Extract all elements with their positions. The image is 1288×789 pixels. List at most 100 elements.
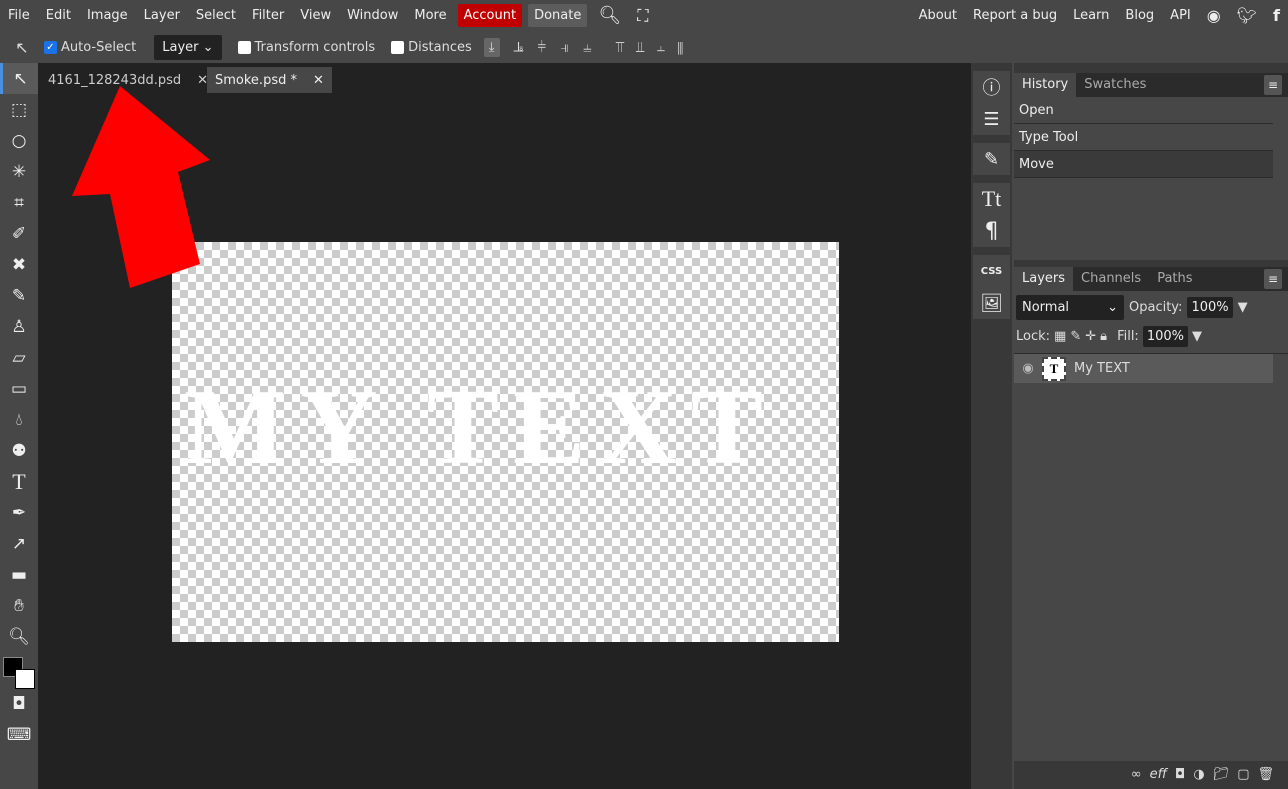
move-tool-icon: ↖ <box>15 37 29 57</box>
path-select-tool[interactable]: ↗ <box>0 528 38 559</box>
adjustments-icon[interactable]: ☰ <box>974 103 1010 135</box>
color-swatches[interactable] <box>0 652 38 689</box>
type-tool[interactable]: T <box>0 466 38 497</box>
new-layer-icon[interactable]: ▢ <box>1237 767 1249 782</box>
panel-menu-icon[interactable]: ≡ <box>1264 269 1282 289</box>
new-group-icon[interactable]: 📁︎ <box>1213 767 1230 782</box>
menu-blog[interactable]: Blog <box>1117 8 1162 23</box>
menu-file[interactable]: File <box>0 8 38 23</box>
layer-name[interactable]: My TEXT <box>1074 361 1130 376</box>
move-tool[interactable]: ↖ <box>0 63 38 94</box>
download-icon[interactable]: ⤓ <box>483 37 500 57</box>
pen-tool[interactable]: ✒ <box>0 497 38 528</box>
fill-label: Fill: <box>1117 329 1139 344</box>
reddit-icon[interactable]: ◉ <box>1199 6 1229 25</box>
opacity-dropdown-icon[interactable]: ▼ <box>1238 300 1248 315</box>
fill-dropdown-icon[interactable]: ▼ <box>1192 329 1202 344</box>
lock-paint-icon[interactable]: ✎ <box>1070 329 1081 344</box>
menu-filter[interactable]: Filter <box>244 8 292 23</box>
gradient-tool[interactable]: ▭ <box>0 373 38 404</box>
effects-icon[interactable]: eff <box>1150 767 1167 782</box>
eyedropper-tool[interactable]: ✐ <box>0 218 38 249</box>
blur-tool[interactable]: 💧︎ <box>0 404 38 435</box>
tab-channels[interactable]: Channels <box>1073 267 1149 291</box>
eraser-tool[interactable]: ▱ <box>0 342 38 373</box>
tab-swatches[interactable]: Swatches <box>1076 73 1154 97</box>
lock-all-icon[interactable]: 🔒︎ <box>1100 329 1107 344</box>
menu-learn[interactable]: Learn <box>1065 8 1117 23</box>
layer-row[interactable]: ◉ T My TEXT <box>1014 354 1273 383</box>
tab-history[interactable]: History <box>1014 73 1077 97</box>
marquee-tool[interactable]: ⬚ <box>0 94 38 125</box>
menu-about[interactable]: About <box>911 8 965 23</box>
transform-controls-label: Transform controls <box>254 39 376 55</box>
panel-menu-icon[interactable]: ≡ <box>1264 75 1282 95</box>
quick-mask-icon[interactable]: ◘ <box>0 688 38 719</box>
delete-layer-icon[interactable]: 🗑︎ <box>1257 767 1274 782</box>
magic-wand-tool[interactable]: ✳ <box>0 156 38 187</box>
fill-input[interactable]: 100% <box>1142 326 1188 347</box>
distances-checkbox[interactable]: Distances <box>391 40 472 55</box>
twitter-icon[interactable]: 🐦︎ <box>1229 6 1265 25</box>
lock-transparency-icon[interactable]: ▦ <box>1054 329 1066 344</box>
strip-group-brush: ✎ <box>973 143 1010 175</box>
stamp-tool[interactable]: ♙ <box>0 311 38 342</box>
menu-view[interactable]: View <box>292 8 339 23</box>
menu-more[interactable]: More <box>406 8 454 23</box>
layer-select[interactable]: Layer ⌄ <box>154 34 222 60</box>
lasso-tool[interactable]: ○ <box>0 125 38 156</box>
paragraph-icon[interactable]: ¶ <box>974 215 1010 247</box>
visibility-eye-icon[interactable]: ◉ <box>1014 361 1042 376</box>
close-icon[interactable]: ✕ <box>313 73 324 88</box>
history-panel-header: History Swatches ≡ <box>1014 73 1288 97</box>
align-icons[interactable]: ⫡⫩⫣⫨ <box>514 38 606 56</box>
tab-document-2[interactable]: Smoke.psd * ✕ <box>207 67 332 93</box>
strip-group-css: CSS 🖼︎ <box>973 255 1010 319</box>
lock-label: Lock: <box>1016 329 1051 344</box>
layer-thumbnail-text-icon: T <box>1042 356 1066 381</box>
tab-layers[interactable]: Layers <box>1014 267 1074 291</box>
menu-report-bug[interactable]: Report a bug <box>965 8 1065 23</box>
history-item[interactable]: Open <box>1014 97 1273 124</box>
menu-api[interactable]: API <box>1162 8 1199 23</box>
hand-tool[interactable]: ✋︎ <box>0 590 38 621</box>
tab-label: Smoke.psd * <box>215 72 297 88</box>
menu-window[interactable]: Window <box>339 8 406 23</box>
donate-button[interactable]: Donate <box>528 4 588 27</box>
canvas[interactable]: MY TEXT <box>172 242 839 642</box>
info-icon[interactable]: ⓘ <box>974 71 1010 103</box>
blend-mode-select[interactable]: Normal ⌄ <box>1016 295 1124 320</box>
search-icon[interactable]: 🔍︎ <box>590 5 629 26</box>
adjustment-layer-icon[interactable]: ◑ <box>1193 767 1204 782</box>
menu-edit[interactable]: Edit <box>38 8 79 23</box>
rectangle-tool[interactable]: ▬ <box>0 559 38 590</box>
mask-icon[interactable]: ◘ <box>1175 767 1185 782</box>
link-layers-icon[interactable]: ∞ <box>1131 767 1142 782</box>
brush-settings-icon[interactable]: ✎ <box>974 143 1010 175</box>
history-item[interactable]: Type Tool <box>1014 124 1273 151</box>
auto-select-checkbox[interactable]: ✓ Auto-Select <box>44 40 136 55</box>
brush-tool[interactable]: ✎ <box>0 280 38 311</box>
character-icon[interactable]: Tt <box>974 183 1010 215</box>
menu-select[interactable]: Select <box>188 8 244 23</box>
distribute-icons[interactable]: ⫪⫫⫠⫴ <box>616 38 696 56</box>
history-item-current[interactable]: Move <box>1014 151 1273 178</box>
crop-tool[interactable]: ⌗ <box>0 187 38 218</box>
background-color[interactable] <box>15 669 35 689</box>
zoom-tool[interactable]: 🔍︎ <box>0 621 38 652</box>
dodge-tool[interactable]: ⚉ <box>0 435 38 466</box>
menu-image[interactable]: Image <box>79 8 136 23</box>
facebook-icon[interactable]: f <box>1265 6 1288 25</box>
fullscreen-icon[interactable]: ⛶ <box>629 6 656 26</box>
lock-move-icon[interactable]: ✛ <box>1085 329 1096 344</box>
account-button[interactable]: Account <box>457 4 523 27</box>
healing-tool[interactable]: ✖ <box>0 249 38 280</box>
menu-layer[interactable]: Layer <box>136 8 188 23</box>
css-icon[interactable]: CSS <box>974 255 1010 287</box>
transform-controls-checkbox[interactable]: Transform controls <box>237 39 376 55</box>
keyboard-icon[interactable]: ⌨ <box>0 719 38 750</box>
image-icon[interactable]: 🖼︎ <box>974 287 1010 319</box>
canvas-text-layer[interactable]: MY TEXT <box>184 374 777 482</box>
tab-paths[interactable]: Paths <box>1149 267 1200 291</box>
opacity-input[interactable]: 100% <box>1187 297 1233 318</box>
